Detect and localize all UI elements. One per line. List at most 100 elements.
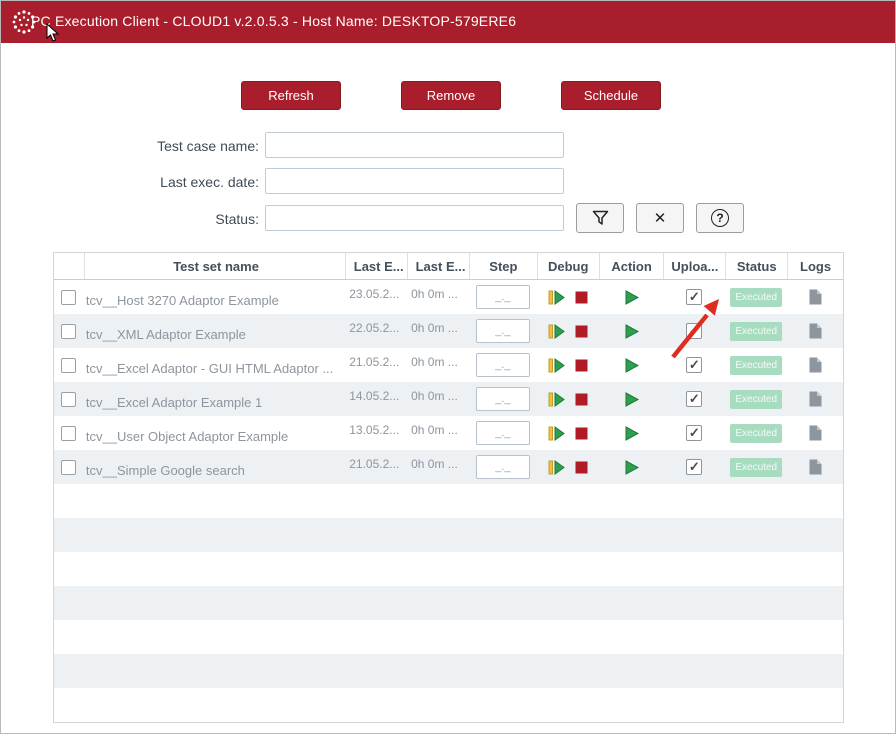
status-badge: Executed (730, 322, 782, 341)
last-exec-date: 22.05.2... (349, 321, 399, 335)
run-icon[interactable] (624, 392, 639, 407)
schedule-button[interactable]: Schedule (561, 81, 661, 110)
x-icon: ✕ (654, 211, 667, 226)
logs-icon[interactable] (808, 391, 822, 407)
header-step[interactable]: Step (469, 253, 537, 279)
step-input[interactable] (476, 455, 530, 479)
filter-button[interactable] (576, 203, 624, 233)
row-checkbox[interactable] (61, 392, 76, 407)
debug-step-icon[interactable] (548, 460, 565, 475)
row-checkbox[interactable] (61, 324, 76, 339)
run-icon[interactable] (624, 426, 639, 441)
test-set-name: tcv__XML Adaptor Example (86, 327, 246, 342)
last-exec-date-input[interactable] (265, 168, 564, 194)
debug-step-icon[interactable] (548, 358, 565, 373)
debug-step-icon[interactable] (548, 324, 565, 339)
run-icon[interactable] (624, 290, 639, 305)
question-circle-icon: ? (711, 209, 729, 227)
upload-checkbox[interactable]: ✓ (686, 357, 702, 373)
test-set-name: tcv__User Object Adaptor Example (86, 429, 288, 444)
funnel-icon (592, 210, 609, 226)
run-icon[interactable] (624, 460, 639, 475)
row-checkbox[interactable] (61, 460, 76, 475)
table-row[interactable]: tcv__Excel Adaptor Example 1 14.05.2... … (54, 382, 843, 416)
header-status[interactable]: Status (725, 253, 787, 279)
table-body: tcv__Host 3270 Adaptor Example 23.05.2..… (54, 280, 843, 722)
debug-stop-icon[interactable] (575, 325, 588, 338)
step-input[interactable] (476, 319, 530, 343)
help-button[interactable]: ? (696, 203, 744, 233)
status-badge: Executed (730, 288, 782, 307)
last-exec-duration: 0h 0m ... (411, 321, 458, 335)
empty-row (54, 484, 843, 518)
row-checkbox[interactable] (61, 426, 76, 441)
upload-checkbox[interactable]: ✓ (686, 289, 702, 305)
table-row[interactable]: tcv__Host 3270 Adaptor Example 23.05.2..… (54, 280, 843, 314)
empty-row (54, 518, 843, 552)
status-label: Status: (114, 211, 259, 227)
step-input[interactable] (476, 353, 530, 377)
last-exec-date: 23.05.2... (349, 287, 399, 301)
test-case-name-input[interactable] (265, 132, 564, 158)
status-input[interactable] (265, 205, 564, 231)
test-case-name-label: Test case name: (114, 138, 259, 154)
step-input[interactable] (476, 421, 530, 445)
test-set-name: tcv__Simple Google search (86, 463, 245, 478)
run-icon[interactable] (624, 324, 639, 339)
test-set-name: tcv__Excel Adaptor Example 1 (86, 395, 262, 410)
table-row[interactable]: tcv__Simple Google search 21.05.2... 0h … (54, 450, 843, 484)
logs-icon[interactable] (808, 289, 822, 305)
debug-step-icon[interactable] (548, 426, 565, 441)
last-exec-duration: 0h 0m ... (411, 423, 458, 437)
last-exec-duration: 0h 0m ... (411, 389, 458, 403)
header-checkbox-col (54, 253, 84, 279)
remove-button[interactable]: Remove (401, 81, 501, 110)
debug-stop-icon[interactable] (575, 461, 588, 474)
debug-stop-icon[interactable] (575, 427, 588, 440)
table-row[interactable]: tcv__User Object Adaptor Example 13.05.2… (54, 416, 843, 450)
row-checkbox[interactable] (61, 358, 76, 373)
header-last-exec-time[interactable]: Last E... (407, 253, 469, 279)
test-set-name: tcv__Host 3270 Adaptor Example (86, 293, 279, 308)
table-header: Test set name Last E... Last E... Step D… (54, 253, 843, 280)
last-exec-date: 21.05.2... (349, 457, 399, 471)
header-test-set-name[interactable]: Test set name (84, 253, 345, 279)
refresh-button[interactable]: Refresh (241, 81, 341, 110)
table-row[interactable]: tcv__Excel Adaptor - GUI HTML Adaptor ..… (54, 348, 843, 382)
header-last-exec-date[interactable]: Last E... (345, 253, 407, 279)
logs-icon[interactable] (808, 459, 822, 475)
header-action[interactable]: Action (599, 253, 664, 279)
empty-row (54, 586, 843, 620)
run-icon[interactable] (624, 358, 639, 373)
debug-stop-icon[interactable] (575, 359, 588, 372)
debug-stop-icon[interactable] (575, 291, 588, 304)
empty-row (54, 654, 843, 688)
debug-step-icon[interactable] (548, 290, 565, 305)
table-row[interactable]: tcv__XML Adaptor Example 22.05.2... 0h 0… (54, 314, 843, 348)
upload-checkbox[interactable]: ✓ (686, 323, 702, 339)
debug-stop-icon[interactable] (575, 393, 588, 406)
header-logs[interactable]: Logs (787, 253, 843, 279)
last-exec-duration: 0h 0m ... (411, 287, 458, 301)
upload-checkbox[interactable]: ✓ (686, 459, 702, 475)
mouse-cursor (46, 23, 60, 43)
logs-icon[interactable] (808, 323, 822, 339)
logs-icon[interactable] (808, 357, 822, 373)
clear-filter-button[interactable]: ✕ (636, 203, 684, 233)
upload-checkbox[interactable]: ✓ (686, 391, 702, 407)
app-window: PC Execution Client - CLOUD1 v.2.0.5.3 -… (0, 0, 896, 734)
step-input[interactable] (476, 387, 530, 411)
debug-step-icon[interactable] (548, 392, 565, 407)
test-set-table: Test set name Last E... Last E... Step D… (53, 252, 844, 723)
empty-row (54, 688, 843, 722)
window-title: PC Execution Client - CLOUD1 v.2.0.5.3 -… (31, 13, 516, 29)
header-debug[interactable]: Debug (537, 253, 599, 279)
upload-checkbox[interactable]: ✓ (686, 425, 702, 441)
row-checkbox[interactable] (61, 290, 76, 305)
header-upload[interactable]: Uploa... (663, 253, 725, 279)
step-input[interactable] (476, 285, 530, 309)
last-exec-date: 14.05.2... (349, 389, 399, 403)
logs-icon[interactable] (808, 425, 822, 441)
last-exec-duration: 0h 0m ... (411, 355, 458, 369)
last-exec-duration: 0h 0m ... (411, 457, 458, 471)
